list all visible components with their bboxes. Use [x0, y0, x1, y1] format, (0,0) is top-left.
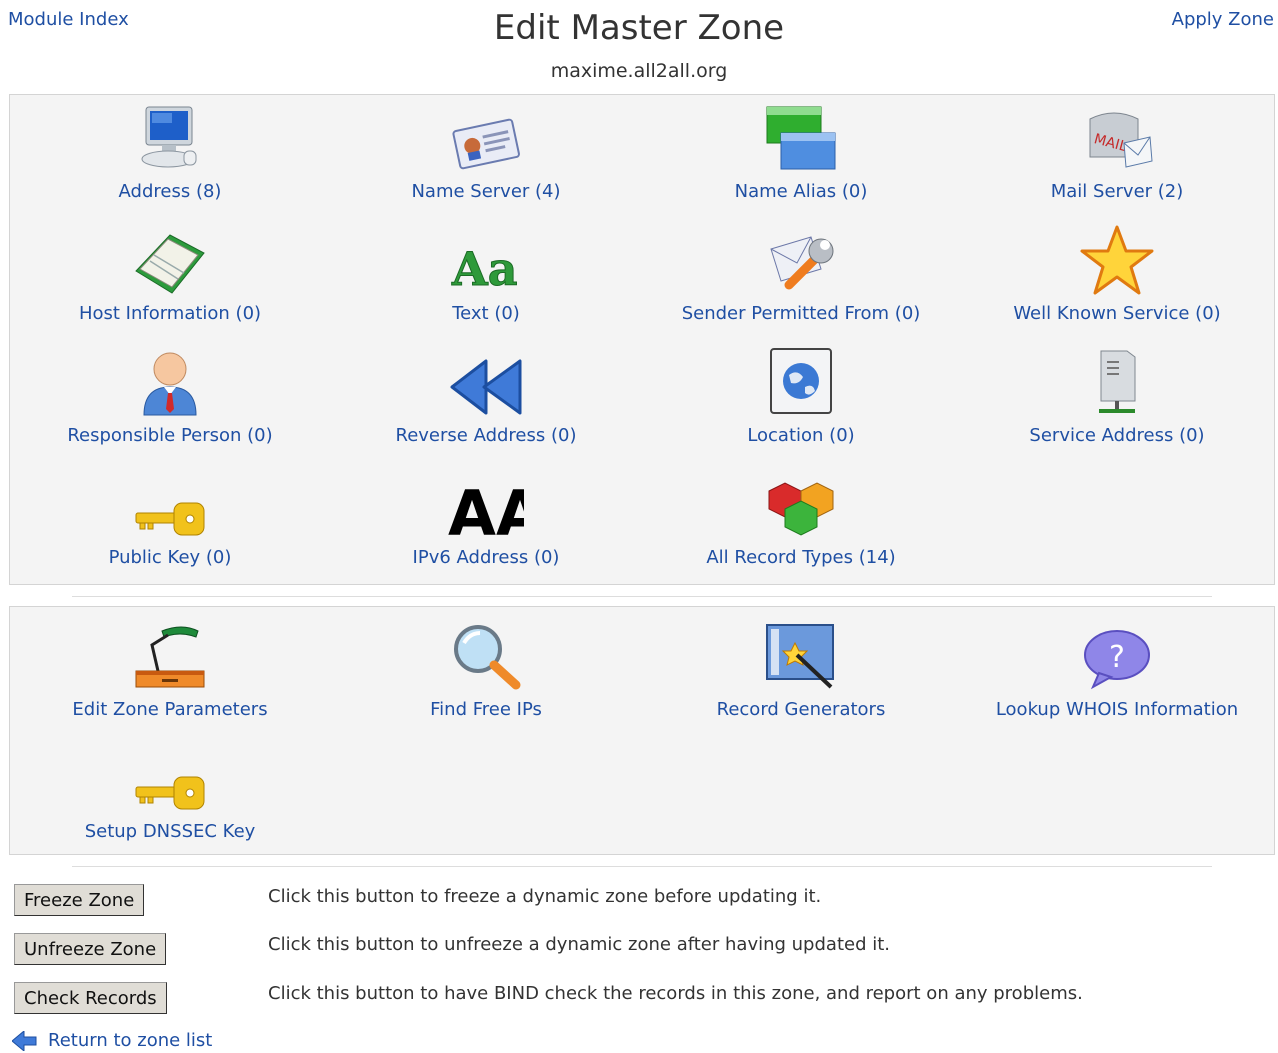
tool-lookup-whois[interactable]: ? Lookup WHOIS Information: [959, 619, 1275, 720]
freeze-zone-button[interactable]: Freeze Zone: [14, 884, 145, 916]
tool-label[interactable]: Setup DNSSEC Key: [12, 821, 328, 842]
svg-text:AA: AA: [448, 479, 524, 539]
record-label[interactable]: Host Information (0): [12, 303, 328, 324]
zone-name: maxime.all2all.org: [550, 60, 728, 82]
book-icon: [135, 234, 205, 294]
record-reverse-address[interactable]: Reverse Address (0): [328, 345, 644, 446]
unfreeze-zone-description: Click this button to unfreeze a dynamic …: [268, 934, 891, 955]
tool-label[interactable]: Lookup WHOIS Information: [959, 699, 1275, 720]
record-label[interactable]: Location (0): [643, 425, 959, 446]
freeze-zone-description: Click this button to freeze a dynamic zo…: [268, 886, 822, 907]
server-icon: [1099, 350, 1136, 413]
globe-icon: [770, 348, 832, 414]
record-label[interactable]: IPv6 Address (0): [328, 547, 644, 568]
record-address[interactable]: Address (8): [12, 101, 328, 202]
font-icon: Aa: [451, 242, 519, 296]
tool-label[interactable]: Record Generators: [643, 699, 959, 720]
record-name-server[interactable]: Name Server (4): [328, 101, 644, 202]
apply-zone-link[interactable]: Apply Zone: [1172, 9, 1274, 30]
star-icon: [1080, 225, 1154, 295]
record-location[interactable]: Location (0): [643, 345, 959, 446]
mailbox-icon: MAIL: [1089, 112, 1153, 168]
tool-setup-dnssec-key[interactable]: Setup DNSSEC Key: [12, 741, 328, 842]
svg-text:Aa: Aa: [451, 242, 518, 295]
record-service-address[interactable]: Service Address (0): [959, 345, 1275, 446]
record-label[interactable]: Reverse Address (0): [328, 425, 644, 446]
record-label[interactable]: Sender Permitted From (0): [643, 303, 959, 324]
windows-icon: [766, 106, 836, 170]
desk-lamp-icon: [135, 626, 205, 688]
aaaa-icon: AA: [448, 479, 524, 539]
record-label[interactable]: Mail Server (2): [959, 181, 1275, 202]
tool-find-free-ips[interactable]: Find Free IPs: [328, 619, 644, 720]
record-label[interactable]: Service Address (0): [959, 425, 1275, 446]
back-arrow-icon: [12, 1030, 37, 1051]
return-link-label[interactable]: Return to zone list: [48, 1030, 212, 1051]
question-bubble-icon: ?: [1084, 630, 1150, 690]
record-well-known-service[interactable]: Well Known Service (0): [959, 223, 1275, 324]
record-label[interactable]: Name Server (4): [328, 181, 644, 202]
svg-text:?: ?: [1109, 640, 1125, 675]
tool-record-generators[interactable]: Record Generators: [643, 619, 959, 720]
record-sender-permitted-from[interactable]: Sender Permitted From (0): [643, 223, 959, 324]
person-icon: [143, 352, 197, 416]
wand-icon: [766, 624, 834, 689]
record-label[interactable]: Responsible Person (0): [12, 425, 328, 446]
record-responsible-person[interactable]: Responsible Person (0): [12, 345, 328, 446]
check-records-button[interactable]: Check Records: [14, 982, 167, 1014]
record-label[interactable]: All Record Types (14): [643, 547, 959, 568]
rewind-icon: [450, 359, 522, 415]
record-label[interactable]: Address (8): [12, 181, 328, 202]
page-title: Edit Master Zone: [493, 8, 785, 48]
record-all-record-types[interactable]: All Record Types (14): [643, 467, 959, 568]
check-records-description: Click this button to have BIND check the…: [268, 983, 1083, 1004]
divider: [72, 596, 1212, 597]
divider: [72, 866, 1212, 867]
record-types-panel: Address (8) Name Server (4) Name Alias (…: [9, 94, 1275, 585]
record-label[interactable]: Public Key (0): [12, 547, 328, 568]
record-host-information[interactable]: Host Information (0): [12, 223, 328, 324]
record-mail-server[interactable]: MAIL Mail Server (2): [959, 101, 1275, 202]
id-card-icon: [452, 118, 520, 170]
mail-wrench-icon: [770, 236, 834, 290]
record-ipv6-address[interactable]: AA IPv6 Address (0): [328, 467, 644, 568]
tool-label[interactable]: Edit Zone Parameters: [12, 699, 328, 720]
key-icon: [135, 502, 205, 536]
computer-icon: [141, 106, 197, 168]
tool-edit-zone-parameters[interactable]: Edit Zone Parameters: [12, 619, 328, 720]
unfreeze-zone-button[interactable]: Unfreeze Zone: [14, 933, 167, 965]
record-public-key[interactable]: Public Key (0): [12, 467, 328, 568]
return-to-zone-list[interactable]: Return to zone list: [12, 1030, 212, 1051]
magnifier-icon: [454, 625, 521, 690]
tool-label[interactable]: Find Free IPs: [328, 699, 644, 720]
record-text[interactable]: Aa Text (0): [328, 223, 644, 325]
record-label[interactable]: Text (0): [328, 303, 644, 324]
cubes-icon: [768, 482, 834, 536]
zone-tools-panel: Edit Zone Parameters Find Free IPs Recor…: [9, 606, 1275, 855]
key-icon: [135, 776, 205, 810]
record-label[interactable]: Name Alias (0): [643, 181, 959, 202]
record-name-alias[interactable]: Name Alias (0): [643, 101, 959, 202]
record-label[interactable]: Well Known Service (0): [959, 303, 1275, 324]
